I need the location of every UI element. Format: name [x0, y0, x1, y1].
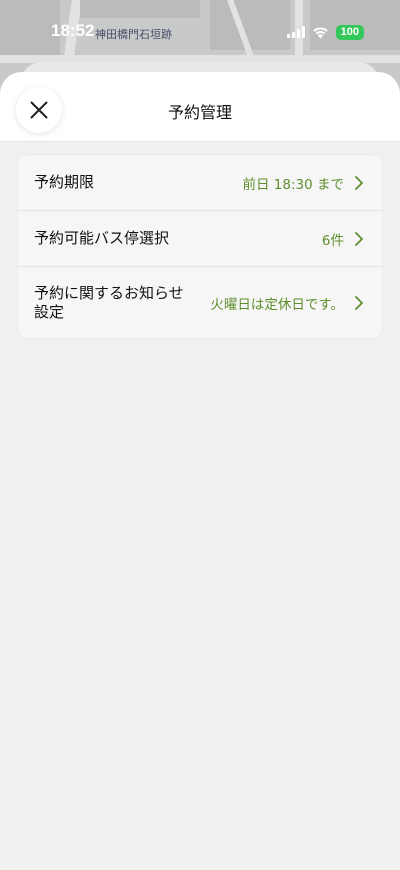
chevron-right-icon	[355, 231, 363, 246]
row-right: 前日 18:30 まで	[243, 173, 365, 193]
row-label-line2: 設定	[34, 302, 65, 321]
status-icons: 100	[286, 24, 364, 40]
settings-list: 予約期限 前日 18:30 まで 予約可能バス停選択 6件 予約に関するお知らせ…	[17, 154, 383, 339]
row-value: 前日 18:30 まで	[242, 176, 345, 193]
wifi-icon	[312, 26, 328, 38]
row-right: 6件	[322, 229, 364, 249]
page-title: 予約管理	[167, 103, 232, 122]
row-label-line1: 予約に関するお知らせ	[34, 283, 184, 302]
map-location-label: 神田橋門石垣跡	[95, 28, 172, 41]
settings-row-notification-settings[interactable]: 予約に関するお知らせ 設定 火曜日は定休日です。	[18, 267, 382, 338]
screen: 18:52 神田橋門石垣跡 100 予約管理 予約期限 前日 18:30 まで …	[0, 0, 400, 870]
row-label: 予約可能バス停選択	[34, 229, 170, 247]
row-label: 予約期限	[34, 173, 95, 191]
status-time: 18:52	[51, 21, 95, 40]
chevron-right-icon	[355, 175, 363, 190]
settings-row-reservation-deadline[interactable]: 予約期限 前日 18:30 まで	[18, 155, 382, 211]
row-value: 火曜日は定休日です。	[210, 296, 344, 313]
cellular-signal-icon	[286, 26, 305, 38]
row-right: 火曜日は定休日です。	[210, 293, 364, 313]
status-bar: 18:52 神田橋門石垣跡 100	[0, 0, 400, 62]
sheet-header: 予約管理	[0, 72, 400, 142]
row-value: 6件	[321, 232, 344, 249]
battery-indicator: 100	[335, 24, 364, 40]
reservation-management-sheet: 予約管理 予約期限 前日 18:30 まで 予約可能バス停選択 6件 予約に関す…	[0, 72, 400, 870]
chevron-right-icon	[355, 295, 363, 310]
row-label: 予約に関するお知らせ 設定	[34, 284, 184, 322]
settings-row-bus-stop-selection[interactable]: 予約可能バス停選択 6件	[18, 211, 382, 267]
